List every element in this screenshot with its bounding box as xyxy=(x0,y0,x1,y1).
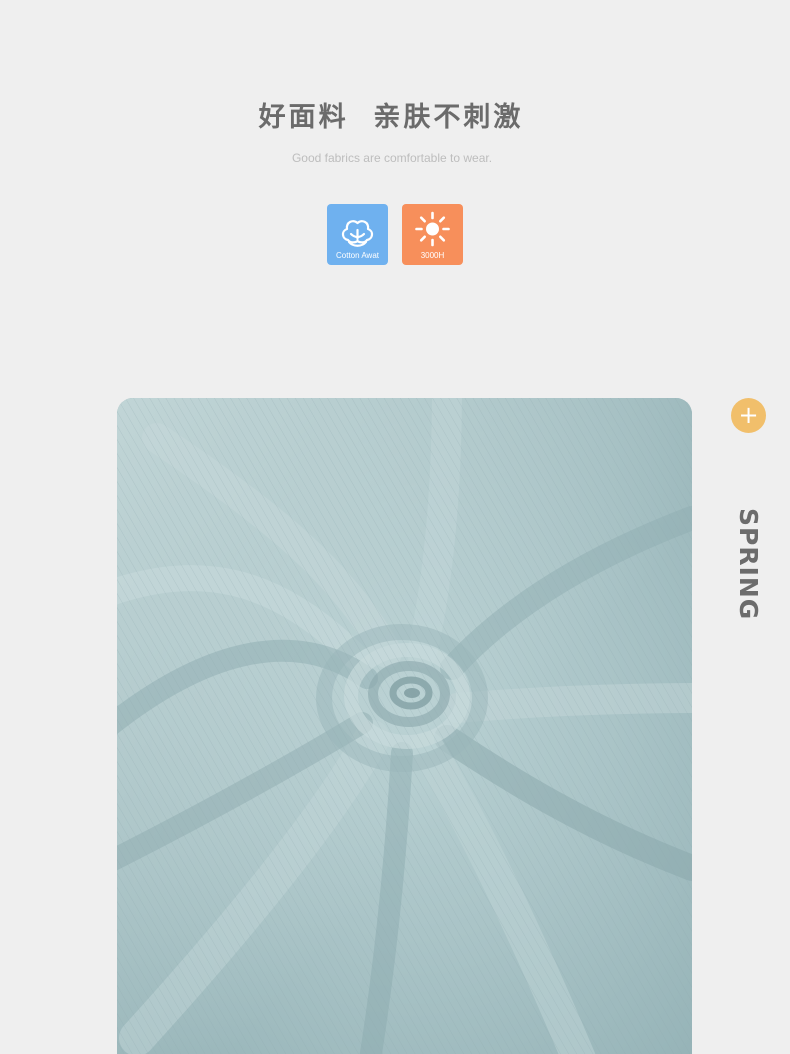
sun-badge-label: 3000H xyxy=(420,251,445,260)
sun-badge: 3000H xyxy=(402,204,463,265)
page-title: 好面料 亲肤不刺激 xyxy=(258,102,524,133)
cotton-badge: Cotton Awat xyxy=(327,204,388,265)
fabric-photo xyxy=(117,398,692,1054)
plus-button[interactable]: + xyxy=(731,398,766,433)
page-subtitle: Good fabrics are comfortable to wear. xyxy=(291,151,493,165)
cotton-badge-label: Cotton Awat xyxy=(336,251,379,260)
season-label: SPRING xyxy=(734,508,763,621)
